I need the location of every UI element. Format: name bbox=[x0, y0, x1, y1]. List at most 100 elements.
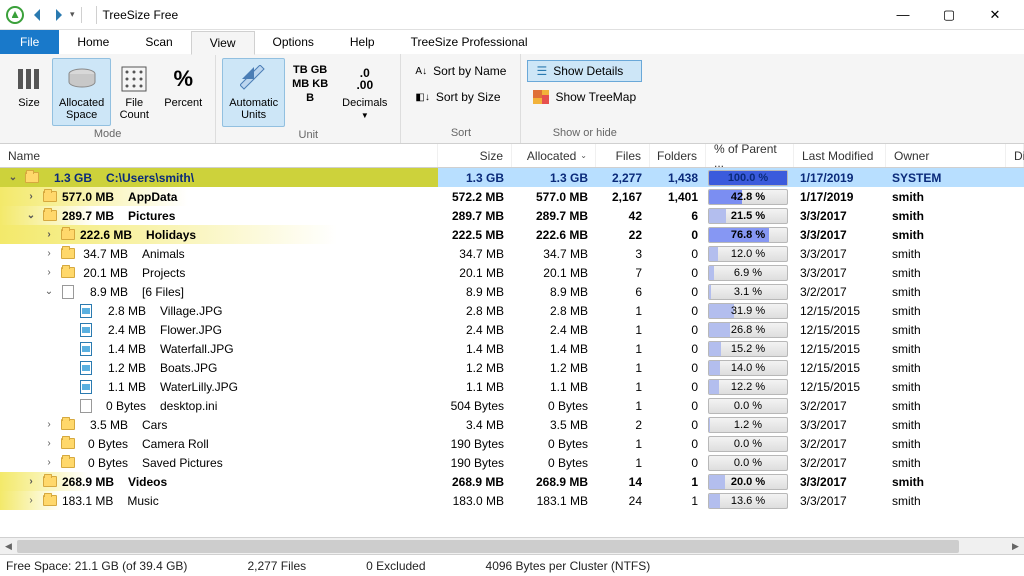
tab-file[interactable]: File bbox=[0, 30, 59, 54]
cell-percent: 12.2 % bbox=[706, 378, 794, 396]
tree-row[interactable]: ⌄8.9 MB[6 Files]8.9 MB8.9 MB603.1 %3/2/2… bbox=[0, 282, 1024, 301]
cell-files: 1 bbox=[596, 437, 650, 451]
dropdown-icon: ▼ bbox=[361, 111, 369, 120]
collapse-icon[interactable]: ⌄ bbox=[24, 209, 38, 223]
mode-allocated-button[interactable]: Allocated Space bbox=[52, 58, 111, 126]
expand-icon[interactable]: › bbox=[42, 228, 56, 242]
row-name-label: Boats.JPG bbox=[154, 361, 217, 375]
tab-help[interactable]: Help bbox=[332, 30, 393, 54]
cell-folders: 6 bbox=[650, 209, 706, 223]
horizontal-scrollbar[interactable]: ◀ ▶ bbox=[0, 537, 1024, 554]
sort-by-size-button[interactable]: ◧↓ Sort by Size bbox=[407, 86, 514, 108]
tree-row[interactable]: 0 Bytesdesktop.ini504 Bytes0 Bytes100.0 … bbox=[0, 396, 1024, 415]
tree-row[interactable]: 1.1 MBWaterLilly.JPG1.1 MB1.1 MB1012.2 %… bbox=[0, 377, 1024, 396]
cell-owner: smith bbox=[886, 361, 1006, 375]
tree-row[interactable]: 1.2 MBBoats.JPG1.2 MB1.2 MB1014.0 %12/15… bbox=[0, 358, 1024, 377]
window-controls: — ▢ ✕ bbox=[880, 0, 1018, 30]
expand-icon[interactable]: › bbox=[24, 475, 38, 489]
tree-row[interactable]: ⌄1.3 GBC:\Users\smith\1.3 GB1.3 GB2,2771… bbox=[0, 168, 1024, 187]
show-treemap-button[interactable]: Show TreeMap bbox=[527, 86, 642, 108]
show-details-button[interactable]: ☰ Show Details bbox=[527, 60, 642, 82]
quick-access-toolbar: ▾ bbox=[30, 7, 82, 23]
cell-modified: 3/3/2017 bbox=[794, 228, 886, 242]
image-file-icon bbox=[78, 379, 94, 395]
folder-icon bbox=[42, 474, 58, 490]
col-size[interactable]: Size bbox=[438, 144, 512, 167]
file-tree[interactable]: ⌄1.3 GBC:\Users\smith\1.3 GB1.3 GB2,2771… bbox=[0, 168, 1024, 537]
expand-icon[interactable]: › bbox=[42, 266, 56, 280]
tree-row[interactable]: ›0 BytesSaved Pictures190 Bytes0 Bytes10… bbox=[0, 453, 1024, 472]
row-name-label: Village.JPG bbox=[154, 304, 222, 318]
tree-row[interactable]: ›268.9 MBVideos268.9 MB268.9 MB14120.0 %… bbox=[0, 472, 1024, 491]
row-size-label: 8.9 MB bbox=[80, 285, 136, 299]
col-name[interactable]: Name bbox=[0, 144, 438, 167]
tab-view[interactable]: View bbox=[191, 31, 255, 55]
close-button[interactable]: ✕ bbox=[972, 0, 1018, 30]
maximize-button[interactable]: ▢ bbox=[926, 0, 972, 30]
tree-row[interactable]: 2.4 MBFlower.JPG2.4 MB2.4 MB1026.8 %12/1… bbox=[0, 320, 1024, 339]
expand-icon[interactable]: › bbox=[24, 190, 38, 204]
cell-percent: 15.2 % bbox=[706, 340, 794, 358]
tree-row[interactable]: 1.4 MBWaterfall.JPG1.4 MB1.4 MB1015.2 %1… bbox=[0, 339, 1024, 358]
tab-professional[interactable]: TreeSize Professional bbox=[393, 30, 546, 54]
nav-forward-icon[interactable] bbox=[50, 7, 66, 23]
cell-files: 6 bbox=[596, 285, 650, 299]
scrollbar-thumb[interactable] bbox=[17, 540, 959, 553]
col-owner[interactable]: Owner bbox=[886, 144, 1006, 167]
expand-icon[interactable]: › bbox=[42, 437, 56, 451]
scroll-left-icon[interactable]: ◀ bbox=[0, 538, 17, 555]
mode-filecount-button[interactable]: File Count bbox=[111, 58, 157, 126]
cell-allocated: 222.6 MB bbox=[512, 228, 596, 242]
collapse-icon[interactable]: ⌄ bbox=[42, 285, 56, 299]
sort-by-name-button[interactable]: A↓ Sort by Name bbox=[407, 60, 514, 82]
collapse-icon[interactable]: ⌄ bbox=[6, 171, 20, 185]
tab-options[interactable]: Options bbox=[255, 30, 332, 54]
tree-row[interactable]: ›0 BytesCamera Roll190 Bytes0 Bytes100.0… bbox=[0, 434, 1024, 453]
expand-icon[interactable]: › bbox=[42, 418, 56, 432]
cell-owner: smith bbox=[886, 494, 1006, 508]
minimize-button[interactable]: — bbox=[880, 0, 926, 30]
tree-row[interactable]: ›20.1 MBProjects20.1 MB20.1 MB706.9 %3/3… bbox=[0, 263, 1024, 282]
nav-back-icon[interactable] bbox=[30, 7, 46, 23]
scroll-right-icon[interactable]: ▶ bbox=[1007, 538, 1024, 555]
tree-row[interactable]: ›34.7 MBAnimals34.7 MB34.7 MB3012.0 %3/3… bbox=[0, 244, 1024, 263]
col-allocated[interactable]: Allocated⌄ bbox=[512, 144, 596, 167]
tree-row[interactable]: ›183.1 MBMusic183.0 MB183.1 MB24113.6 %3… bbox=[0, 491, 1024, 510]
tab-home[interactable]: Home bbox=[59, 30, 127, 54]
row-name-label: AppData bbox=[122, 190, 177, 204]
cell-percent: 0.0 % bbox=[706, 435, 794, 453]
cell-owner: smith bbox=[886, 380, 1006, 394]
col-percent[interactable]: % of Parent ... bbox=[706, 144, 794, 167]
percent-icon: % bbox=[173, 63, 193, 95]
cell-size: 1.4 MB bbox=[438, 342, 512, 356]
expand-icon[interactable]: › bbox=[24, 494, 38, 508]
expand-icon[interactable]: › bbox=[42, 247, 56, 261]
tree-row[interactable]: ⌄289.7 MBPictures289.7 MB289.7 MB42621.5… bbox=[0, 206, 1024, 225]
qat-dropdown-icon[interactable]: ▾ bbox=[70, 9, 75, 20]
unit-auto-button[interactable]: Automatic Units bbox=[222, 58, 285, 127]
unit-sizes-button[interactable]: TB GB MB KB B bbox=[285, 58, 335, 127]
row-name-label: Music bbox=[121, 494, 158, 508]
tab-scan[interactable]: Scan bbox=[127, 30, 190, 54]
col-extra[interactable]: Di bbox=[1006, 144, 1024, 167]
app-icon bbox=[6, 6, 24, 24]
cell-files: 1 bbox=[596, 380, 650, 394]
cell-folders: 0 bbox=[650, 380, 706, 394]
col-folders[interactable]: Folders bbox=[650, 144, 706, 167]
row-size-label: 1.2 MB bbox=[98, 361, 154, 375]
col-modified[interactable]: Last Modified bbox=[794, 144, 886, 167]
tree-row[interactable]: 2.8 MBVillage.JPG2.8 MB2.8 MB1031.9 %12/… bbox=[0, 301, 1024, 320]
mode-size-button[interactable]: Size bbox=[6, 58, 52, 126]
tree-row[interactable]: ›577.0 MBAppData572.2 MB577.0 MB2,1671,4… bbox=[0, 187, 1024, 206]
mode-percent-button[interactable]: % Percent bbox=[157, 58, 209, 126]
cell-size: 222.5 MB bbox=[438, 228, 512, 242]
cell-folders: 0 bbox=[650, 418, 706, 432]
cell-files: 1 bbox=[596, 456, 650, 470]
cell-percent: 31.9 % bbox=[706, 302, 794, 320]
col-files[interactable]: Files bbox=[596, 144, 650, 167]
expand-icon[interactable]: › bbox=[42, 456, 56, 470]
cell-folders: 0 bbox=[650, 228, 706, 242]
tree-row[interactable]: ›222.6 MBHolidays222.5 MB222.6 MB22076.8… bbox=[0, 225, 1024, 244]
unit-decimals-button[interactable]: .0.00 Decimals▼ bbox=[335, 58, 394, 127]
tree-row[interactable]: ›3.5 MBCars3.4 MB3.5 MB201.2 %3/3/2017sm… bbox=[0, 415, 1024, 434]
